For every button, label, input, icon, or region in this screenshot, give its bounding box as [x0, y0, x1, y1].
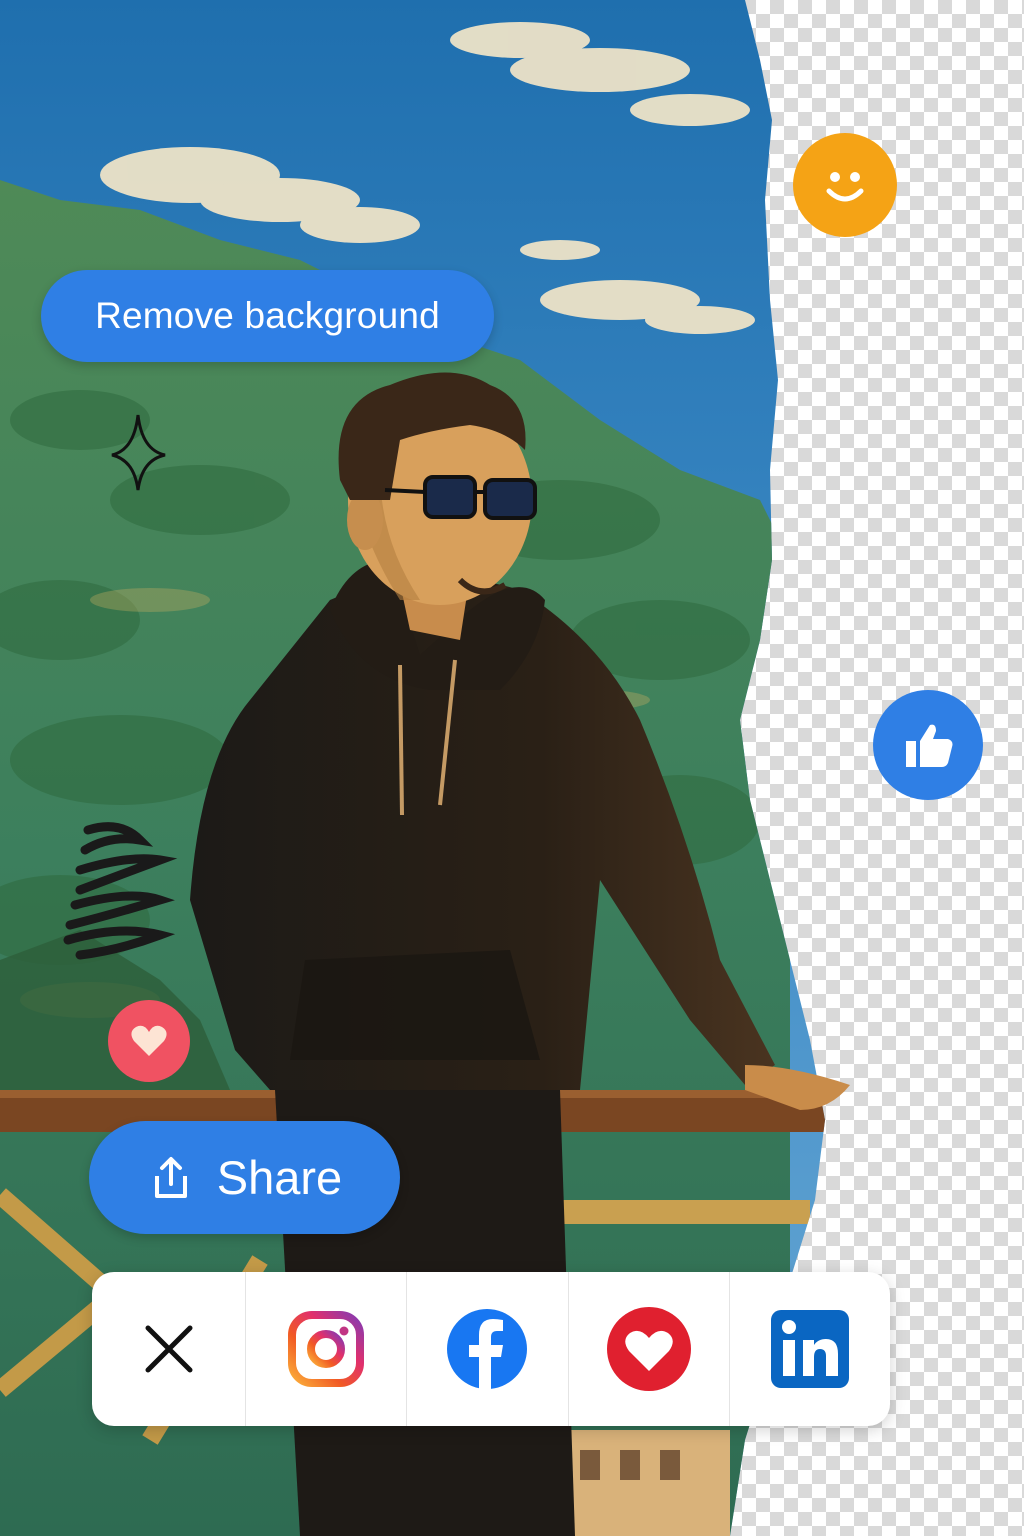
close-button[interactable] — [92, 1272, 246, 1426]
thumbs-up-icon[interactable] — [873, 690, 983, 800]
remove-background-button[interactable]: Remove background — [41, 270, 494, 362]
share-favorite[interactable] — [569, 1272, 730, 1426]
heart-icon[interactable] — [108, 1000, 190, 1082]
share-instagram[interactable] — [246, 1272, 408, 1426]
close-icon — [145, 1325, 192, 1373]
share-label: Share — [216, 1151, 343, 1204]
facebook-icon — [447, 1309, 528, 1389]
heart-icon — [606, 1307, 691, 1391]
linkedin-icon — [770, 1310, 849, 1388]
share-facebook[interactable] — [407, 1272, 569, 1426]
instagram-icon — [288, 1311, 365, 1387]
photo-canvas: Remove background Share — [0, 0, 1024, 1536]
share-targets-bar — [92, 1272, 890, 1426]
share-button[interactable]: Share — [89, 1121, 400, 1234]
share-linkedin[interactable] — [730, 1272, 890, 1426]
smiley-icon[interactable] — [793, 133, 897, 237]
share-icon — [154, 1156, 187, 1198]
